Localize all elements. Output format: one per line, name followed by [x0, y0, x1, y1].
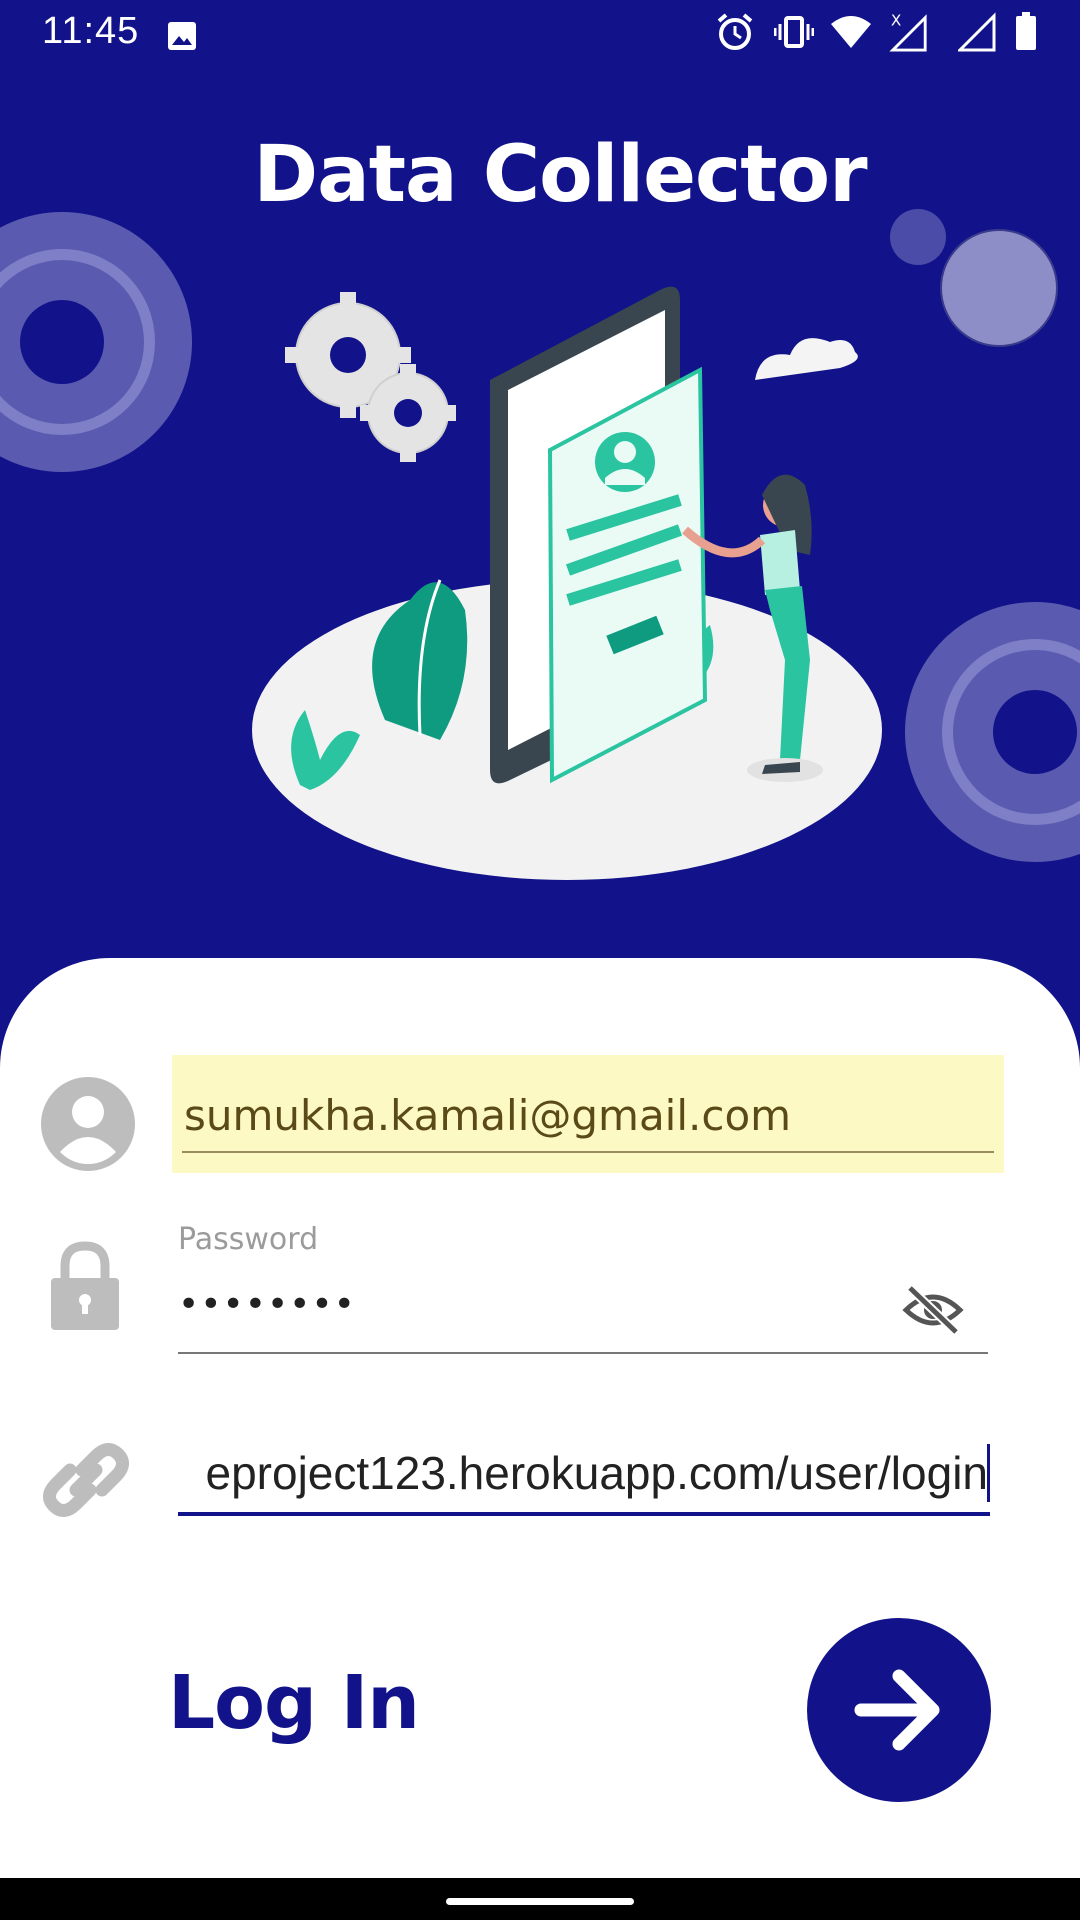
text-cursor: [987, 1444, 990, 1502]
lock-icon: [51, 1241, 119, 1330]
wifi-icon: [831, 16, 871, 48]
battery-icon: [1016, 12, 1036, 50]
gear-icon: [295, 302, 449, 454]
vibrate-icon: [774, 16, 814, 48]
decorative-rings-left: [0, 212, 192, 472]
visibility-off-icon[interactable]: [902, 1284, 964, 1336]
status-bar: 11:45 X: [0, 0, 1080, 63]
server-url-field[interactable]: eproject123.herokuapp.com/user/login: [178, 1440, 990, 1510]
server-url-value: eproject123.herokuapp.com/user/login: [205, 1447, 989, 1499]
status-time: 11:45: [42, 10, 140, 52]
arrow-right-icon: [854, 1669, 940, 1751]
email-input-value: sumukha.kamali@gmail.com: [184, 1091, 792, 1140]
password-field[interactable]: ••••••••: [178, 1284, 356, 1325]
decorative-rings-right: [905, 602, 1080, 862]
svg-text:X: X: [891, 12, 901, 29]
decorative-bubbles: [890, 209, 1058, 347]
alarm-icon: [717, 13, 753, 50]
signal-icon: [958, 12, 996, 52]
signal-no-data-icon: X: [889, 12, 927, 52]
password-label: Password: [178, 1222, 319, 1257]
image-icon: [168, 22, 196, 50]
email-field[interactable]: sumukha.kamali@gmail.com: [172, 1055, 1004, 1173]
link-icon: [43, 1443, 129, 1517]
email-underline: [182, 1151, 994, 1153]
home-gesture-handle[interactable]: [446, 1898, 634, 1905]
login-label: Log In: [168, 1660, 420, 1746]
login-submit-button[interactable]: [807, 1618, 991, 1802]
phone-form-illustration: [252, 286, 882, 880]
password-underline: [178, 1352, 988, 1354]
server-url-underline: [178, 1512, 990, 1516]
user-avatar-icon: [41, 1077, 135, 1171]
